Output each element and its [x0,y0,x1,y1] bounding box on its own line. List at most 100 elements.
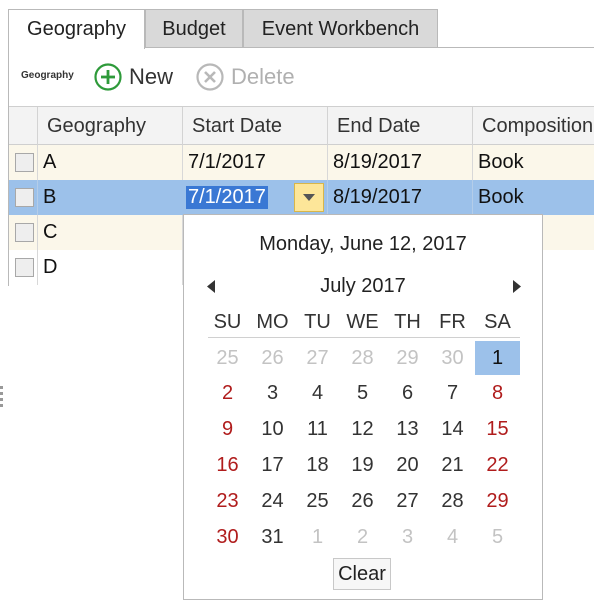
calendar-day[interactable]: 24 [250,484,295,518]
start-date-input[interactable]: 7/1/2017 [186,186,268,209]
column-header-start-date[interactable]: Start Date [182,107,327,145]
calendar-day[interactable]: 16 [205,448,250,482]
row-selector[interactable] [9,215,37,250]
calendar-day[interactable]: 14 [430,412,475,446]
cell-end-date[interactable]: 8/19/2017 [327,180,472,215]
cell-composition[interactable]: Book [472,180,594,215]
chevron-down-icon [303,193,315,202]
calendar-day[interactable]: 29 [475,484,520,518]
calendar-day[interactable]: 25 [295,484,340,518]
delete-button[interactable]: Delete [195,61,295,93]
row-selector[interactable] [9,250,37,285]
tab-geography[interactable]: Geography [8,9,145,49]
calendar-day[interactable]: 28 [340,341,385,375]
calendar-day[interactable]: 2 [340,520,385,554]
next-month-button[interactable] [509,277,525,295]
calendar-day[interactable]: 28 [430,484,475,518]
splitter-grip[interactable] [0,386,4,414]
cell-composition[interactable]: Book [472,145,594,180]
calendar-day[interactable]: 30 [430,341,475,375]
calendar-day[interactable]: 6 [385,376,430,410]
toolbar: Geography New Delete [8,48,594,106]
calendar-day[interactable]: 22 [475,448,520,482]
date-picker-popup: Monday, June 12, 2017 July 2017 Clear SU… [183,214,543,600]
calendar-day[interactable]: 31 [250,520,295,554]
month-year-label[interactable]: July 2017 [184,275,542,298]
row-checkbox[interactable] [15,258,34,277]
cell-geography[interactable]: B [37,180,182,215]
tab-label: Event Workbench [261,17,420,40]
calendar-day[interactable]: 18 [295,448,340,482]
calendar-day[interactable]: 26 [340,484,385,518]
delete-button-label: Delete [231,64,295,89]
tab-budget[interactable]: Budget [145,9,243,48]
tab-event-workbench[interactable]: Event Workbench [243,9,438,48]
row-checkbox[interactable] [15,223,34,242]
tab-label: Budget [162,17,226,40]
calendar-day[interactable]: 29 [385,341,430,375]
calendar-day[interactable]: 13 [385,412,430,446]
calendar-day[interactable]: 23 [205,484,250,518]
calendar-day[interactable]: 4 [295,376,340,410]
calendar-day[interactable]: 4 [430,520,475,554]
clear-button[interactable]: Clear [333,558,391,590]
column-header-end-date[interactable]: End Date [327,107,472,145]
calendar-day[interactable]: 15 [475,412,520,446]
calendar-day[interactable]: 27 [385,484,430,518]
x-circle-icon [195,62,231,92]
cell-start-date[interactable]: 7/1/2017 [182,145,327,180]
start-date-editor[interactable]: 7/1/2017 [182,180,327,215]
date-dropdown-button[interactable] [294,183,324,212]
toolbar-section-label: Geography [21,70,74,81]
calendar-day[interactable]: 10 [250,412,295,446]
calendar-day[interactable]: 17 [250,448,295,482]
calendar-day[interactable]: 5 [340,376,385,410]
table-row[interactable]: A 7/1/2017 8/19/2017 Book [9,145,594,180]
calendar-day[interactable]: 30 [205,520,250,554]
weekday-header: TH [394,311,421,333]
row-checkbox[interactable] [15,188,34,207]
row-header-corner [9,107,37,145]
weekday-header: TU [304,311,331,333]
today-label[interactable]: Monday, June 12, 2017 [184,233,542,256]
row-selector[interactable] [9,145,37,180]
weekday-header: SA [484,311,511,333]
plus-circle-icon [93,62,129,92]
cell-geography[interactable]: D [37,250,182,285]
cell-end-date[interactable]: 8/19/2017 [327,145,472,180]
calendar-day[interactable]: 26 [250,341,295,375]
row-checkbox[interactable] [15,153,34,172]
row-selector[interactable] [9,180,37,215]
calendar-day[interactable]: 9 [205,412,250,446]
calendar-day[interactable]: 27 [295,341,340,375]
calendar-day[interactable]: 3 [250,376,295,410]
calendar-day[interactable]: 21 [430,448,475,482]
new-button-label: New [129,64,174,89]
calendar-day[interactable]: 8 [475,376,520,410]
calendar-day[interactable]: 1 [295,520,340,554]
chevron-right-icon [513,279,521,293]
column-header-composition[interactable]: Composition [472,107,594,145]
tab-bar: Geography Budget Event Workbench [0,0,594,49]
weekday-header: MO [256,311,289,333]
calendar-day[interactable]: 20 [385,448,430,482]
weekday-header: SU [213,311,242,333]
calendar-day[interactable]: 5 [475,520,520,554]
calendar-day[interactable]: 2 [205,376,250,410]
calendar-day[interactable]: 3 [385,520,430,554]
new-button[interactable]: New [93,61,173,93]
weekday-header: WE [346,311,379,333]
cell-geography[interactable]: C [37,215,182,250]
grid-header: Geography Start Date End Date Compositio… [9,106,594,145]
tab-label: Geography [27,18,126,40]
calendar-day[interactable]: 7 [430,376,475,410]
calendar-day[interactable]: 25 [205,341,250,375]
calendar-day[interactable]: 12 [340,412,385,446]
weekday-divider [208,337,520,338]
calendar-day[interactable]: 19 [340,448,385,482]
column-header-geography[interactable]: Geography [37,107,182,145]
table-row-selected[interactable]: B 7/1/2017 8/19/2017 Book [9,180,594,215]
calendar-day[interactable]: 11 [295,412,340,446]
calendar-day-selected[interactable]: 1 [475,341,520,375]
cell-geography[interactable]: A [37,145,182,180]
